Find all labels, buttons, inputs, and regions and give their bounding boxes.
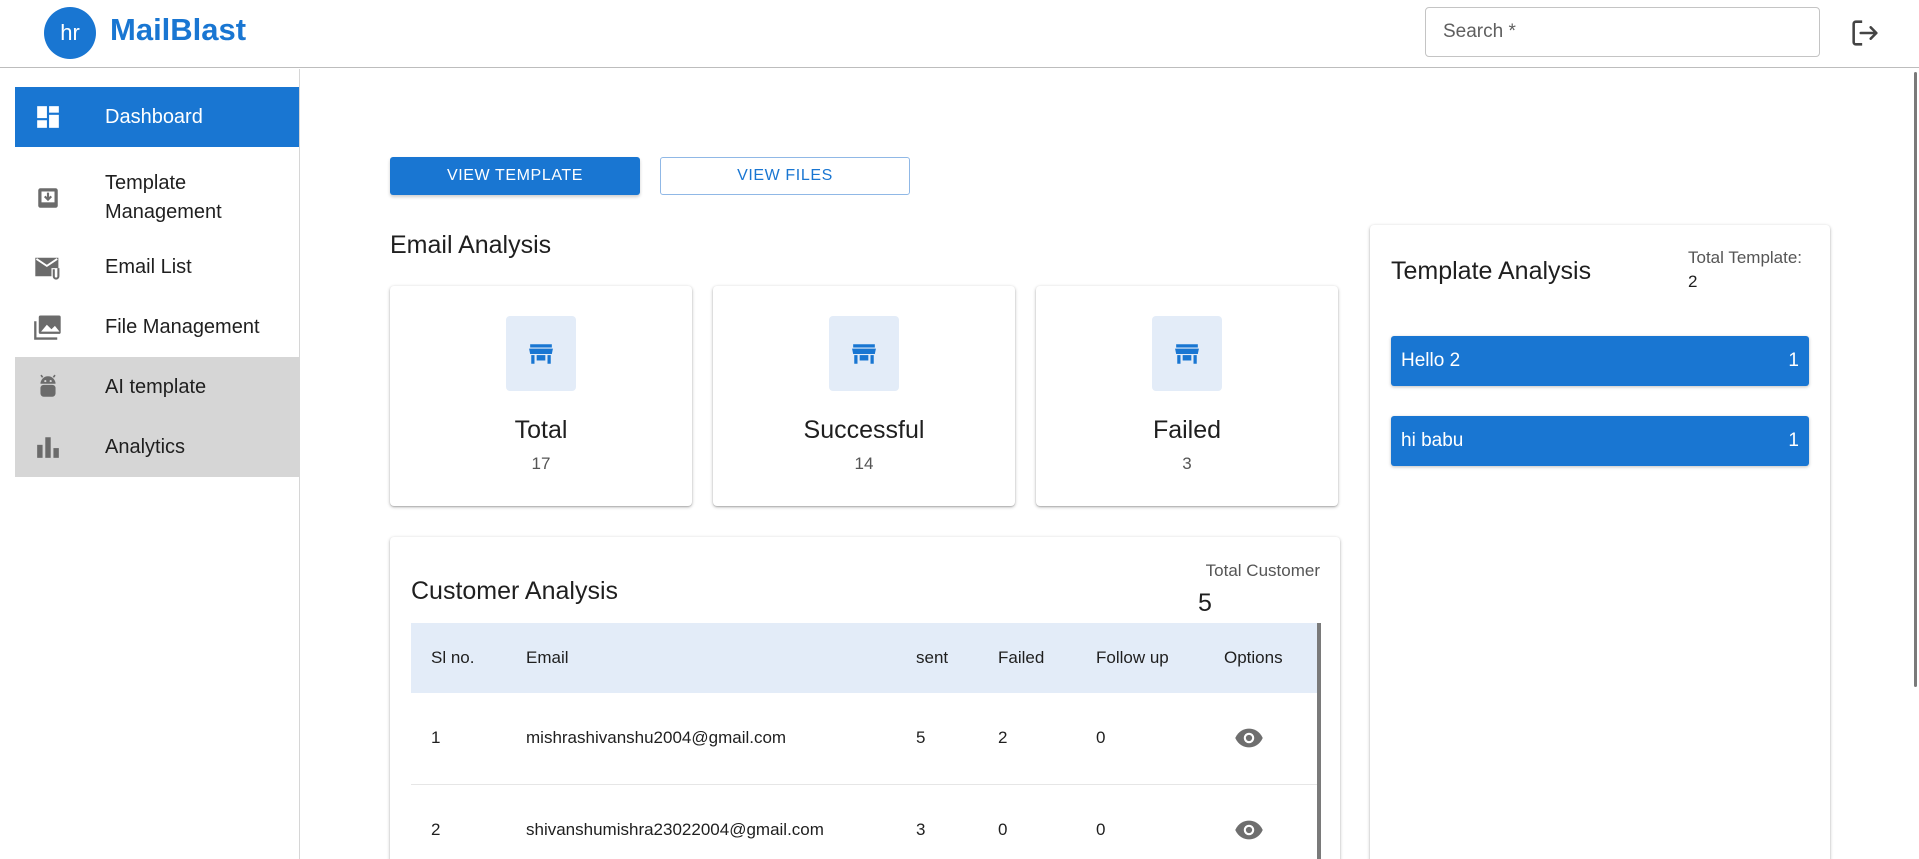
total-template-label: Total Template: <box>1688 248 1803 267</box>
template-item[interactable]: Hello 2 1 <box>1391 336 1809 386</box>
cell-failed: 0 <box>998 819 1008 839</box>
customer-table: Sl no. Email sent Failed Follow up Optio… <box>411 623 1317 859</box>
cell-follow-up: 0 <box>1096 728 1106 748</box>
photo-library-icon <box>33 312 63 342</box>
stat-value: 3 <box>1182 454 1192 473</box>
table-row: 2 shivanshumishra23022004@gmail.com 3 0 … <box>411 784 1317 859</box>
top-header: hr MailBlast <box>0 0 1919 68</box>
sidebar-item-email-list[interactable]: Email List <box>15 237 299 297</box>
stat-card-failed: Failed 3 <box>1036 286 1338 506</box>
stat-label: Total <box>514 416 568 444</box>
sidebar-item-dashboard[interactable]: Dashboard <box>15 87 299 147</box>
cell-email: mishrashivanshu2004@gmail.com <box>526 728 787 748</box>
cell-follow-up: 0 <box>1096 819 1106 839</box>
sidebar-item-label: File Management <box>105 315 260 338</box>
store-icon <box>1152 316 1222 391</box>
view-eye-icon[interactable] <box>1234 815 1264 845</box>
sidebar-item-template-management[interactable]: Template Management <box>15 161 299 235</box>
page-scrollbar[interactable] <box>1914 72 1917 687</box>
stat-label: Successful <box>803 416 925 444</box>
sidebar-item-ai-template[interactable]: AI template <box>15 357 299 417</box>
sidebar-item-label: Analytics <box>105 435 186 458</box>
template-item[interactable]: hi babu 1 <box>1391 416 1809 466</box>
view-template-button[interactable]: VIEW TEMPLATE <box>390 157 640 195</box>
logo-avatar: hr <box>44 7 96 59</box>
table-row: 1 mishrashivanshu2004@gmail.com 5 2 0 <box>411 693 1317 784</box>
template-item-count: 1 <box>1788 350 1799 371</box>
column-header: Follow up <box>1096 648 1169 667</box>
template-analysis-title: Template Analysis <box>1391 257 1592 285</box>
cell-sl: 2 <box>431 819 441 839</box>
email-analysis-title: Email Analysis <box>390 231 552 259</box>
view-files-button[interactable]: VIEW FILES <box>660 157 910 195</box>
android-icon <box>33 372 63 402</box>
sidebar-item-analytics[interactable]: Analytics <box>15 417 299 477</box>
column-header: Sl no. <box>431 648 475 667</box>
cell-email: shivanshumishra23022004@gmail.com <box>526 819 824 839</box>
stat-value: 14 <box>854 454 874 473</box>
store-icon <box>829 316 899 391</box>
template-item-name: Hello 2 <box>1401 350 1461 371</box>
column-header: sent <box>916 648 949 667</box>
column-header: Failed <box>998 648 1045 667</box>
sidebar-item-file-management[interactable]: File Management <box>15 297 299 357</box>
cell-sl: 1 <box>431 728 441 748</box>
search-input[interactable] <box>1425 7 1820 57</box>
total-customer-label: Total Customer <box>1205 561 1320 580</box>
template-analysis-card: Template Analysis Total Template: 2 Hell… <box>1370 225 1830 859</box>
email-attachment-icon <box>33 252 63 282</box>
dashboard-page: hr MailBlast Dashboard <box>0 0 1919 859</box>
sidebar-item-label: Email List <box>105 255 192 278</box>
logo-text: hr <box>60 20 80 45</box>
column-header: Options <box>1224 648 1283 667</box>
customer-analysis-title: Customer Analysis <box>411 577 619 605</box>
customer-table-container: Sl no. Email sent Failed Follow up Optio… <box>411 623 1319 859</box>
sidebar-item-label: Dashboard <box>105 105 203 128</box>
view-eye-icon[interactable] <box>1234 723 1264 753</box>
stat-label: Failed <box>1152 416 1222 444</box>
sidebar-item-label: AI template <box>105 375 207 398</box>
bar-chart-icon <box>33 432 63 462</box>
store-icon <box>506 316 576 391</box>
cell-sent: 3 <box>916 819 926 839</box>
dashboard-icon <box>33 102 63 132</box>
table-header-row: Sl no. Email sent Failed Follow up Optio… <box>411 623 1317 693</box>
cell-failed: 2 <box>998 728 1008 748</box>
column-header: Email <box>526 648 569 667</box>
cell-options <box>1204 693 1317 784</box>
template-download-icon <box>33 183 63 213</box>
template-item-name: hi babu <box>1401 430 1464 451</box>
template-item-count: 1 <box>1788 430 1799 451</box>
sidebar: Dashboard Template Management Email List… <box>0 69 300 859</box>
customer-analysis-card: Customer Analysis Total Customer 5 Sl no… <box>390 537 1340 859</box>
logout-icon[interactable] <box>1848 16 1882 50</box>
cell-options <box>1204 784 1317 859</box>
cell-sent: 5 <box>916 728 926 748</box>
total-customer-value: 5 <box>1198 589 1212 617</box>
table-scrollbar[interactable] <box>1317 623 1321 859</box>
stat-card-total: Total 17 <box>390 286 692 506</box>
sidebar-item-label: Template Management <box>105 172 222 223</box>
stat-card-successful: Successful 14 <box>713 286 1015 506</box>
stat-value: 17 <box>531 454 551 473</box>
brand-name: MailBlast <box>110 12 247 47</box>
total-template-value: 2 <box>1688 272 1698 291</box>
